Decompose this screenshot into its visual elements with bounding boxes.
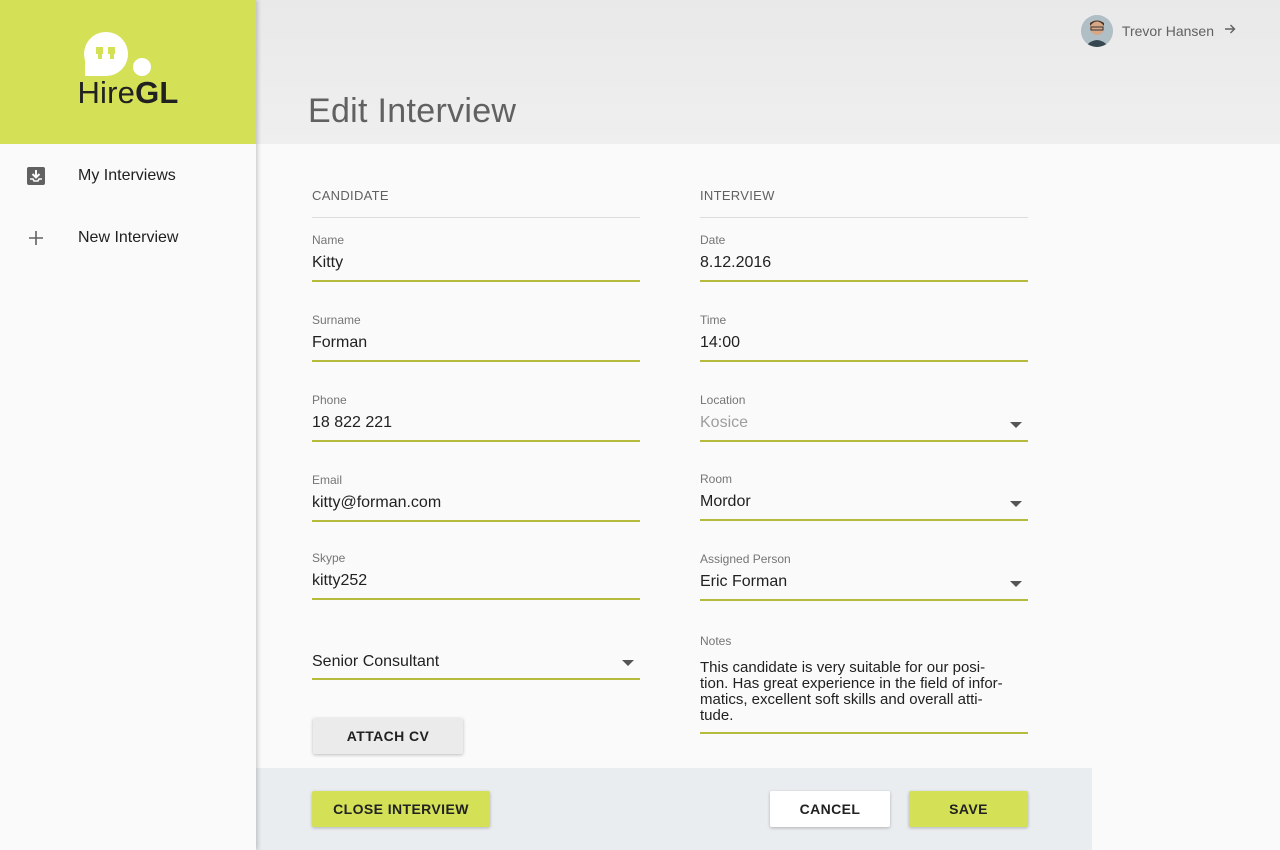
phone-input[interactable]: 18 822 221 (312, 414, 392, 432)
assigned-person-select[interactable]: Assigned Person Eric Forman (700, 551, 1028, 603)
skype-field[interactable]: Skype kitty252 (312, 550, 640, 602)
notes-line: This candidate is very suitable for our … (700, 659, 986, 676)
name-input[interactable]: Kitty (312, 254, 343, 272)
field-label: Phone (312, 393, 347, 407)
field-label: Name (312, 233, 345, 247)
field-underline (700, 519, 1028, 521)
interview-section-heading: INTERVIEW (700, 188, 775, 203)
field-label: Email (312, 473, 343, 487)
field-label: Notes (700, 634, 732, 648)
field-label: Time (700, 313, 727, 327)
page-title: Edit Interview (308, 92, 517, 130)
assigned-person-value: Eric Forman (700, 573, 788, 590)
inbox-download-icon (25, 165, 47, 187)
save-button[interactable]: SAVE (909, 791, 1028, 827)
sidebar-item-new-interview[interactable]: New Interview (0, 213, 256, 263)
field-underline (700, 360, 1028, 362)
candidate-section-heading: CANDIDATE (312, 188, 389, 203)
time-field[interactable]: Time 14:00 (700, 312, 1028, 364)
plus-icon (25, 227, 47, 249)
cancel-button[interactable]: CANCEL (770, 791, 890, 827)
notes-textarea[interactable]: This candidate is very suitable for our … (700, 660, 1028, 724)
field-label: Skype (312, 551, 346, 565)
field-underline (312, 520, 640, 522)
field-label: Assigned Person (700, 552, 791, 566)
surname-input[interactable]: Forman (312, 334, 367, 352)
date-field[interactable]: Date 8.12.2016 (700, 232, 1028, 284)
email-field[interactable]: Email kitty@forman.com (312, 472, 640, 524)
skype-input[interactable]: kitty252 (312, 572, 367, 590)
attach-cv-button[interactable]: ATTACH CV (313, 718, 463, 754)
email-input[interactable]: kitty@forman.com (312, 494, 441, 512)
notes-line: matics, excellent soft skills and overal… (700, 691, 983, 708)
quote-bubble-logo-icon (84, 32, 151, 76)
arrow-right-icon[interactable] (1224, 22, 1236, 40)
surname-field[interactable]: Surname Forman (312, 312, 640, 364)
chevron-down-icon (1010, 501, 1022, 507)
divider (312, 217, 640, 218)
field-underline (312, 440, 640, 442)
field-label: Surname (312, 313, 361, 327)
user-name: Trevor Hansen (1121, 23, 1214, 39)
phone-field[interactable]: Phone 18 822 221 (312, 392, 640, 444)
field-label: Room (700, 472, 733, 486)
position-select[interactable]: Senior Consultant (312, 650, 640, 682)
location-value: Kosice (700, 414, 749, 431)
field-underline (700, 440, 1028, 442)
field-underline (700, 732, 1028, 734)
field-underline (312, 360, 640, 362)
chevron-down-icon (622, 660, 634, 666)
sidebar-item-my-interviews[interactable]: My Interviews (0, 151, 256, 201)
field-underline (312, 678, 640, 680)
field-underline (700, 599, 1028, 601)
page-header: Edit Interview Trevor Hansen (256, 0, 1280, 144)
brand-header: HireGL (0, 0, 256, 144)
chevron-down-icon (1010, 422, 1022, 428)
room-select[interactable]: Room Mordor (700, 471, 1028, 523)
close-interview-button[interactable]: CLOSE INTERVIEW (312, 791, 490, 827)
sidebar: HireGL My Interviews New Interview (0, 0, 256, 850)
sidebar-item-label: My Interviews (78, 167, 176, 184)
brand-name: HireGL (77, 75, 179, 110)
notes-field[interactable]: Notes This candidate is very suitable fo… (700, 633, 1028, 737)
field-underline (312, 598, 640, 600)
name-field[interactable]: Name Kitty (312, 232, 640, 284)
date-input[interactable]: 8.12.2016 (700, 254, 771, 272)
sidebar-item-label: New Interview (78, 229, 179, 246)
divider (700, 217, 1028, 218)
field-label: Date (700, 233, 726, 247)
room-value: Mordor (700, 493, 751, 510)
chevron-down-icon (1010, 581, 1022, 587)
user-menu[interactable]: Trevor Hansen (1080, 14, 1236, 48)
field-underline (312, 280, 640, 282)
field-label: Location (700, 393, 746, 407)
notes-line: tude. (700, 707, 734, 724)
notes-line: tion. Has great experience in the field … (700, 675, 1003, 692)
location-select[interactable]: Location Kosice (700, 392, 1028, 444)
avatar (1080, 15, 1113, 47)
field-underline (700, 280, 1028, 282)
time-input[interactable]: 14:00 (700, 334, 740, 352)
position-value: Senior Consultant (312, 653, 440, 670)
